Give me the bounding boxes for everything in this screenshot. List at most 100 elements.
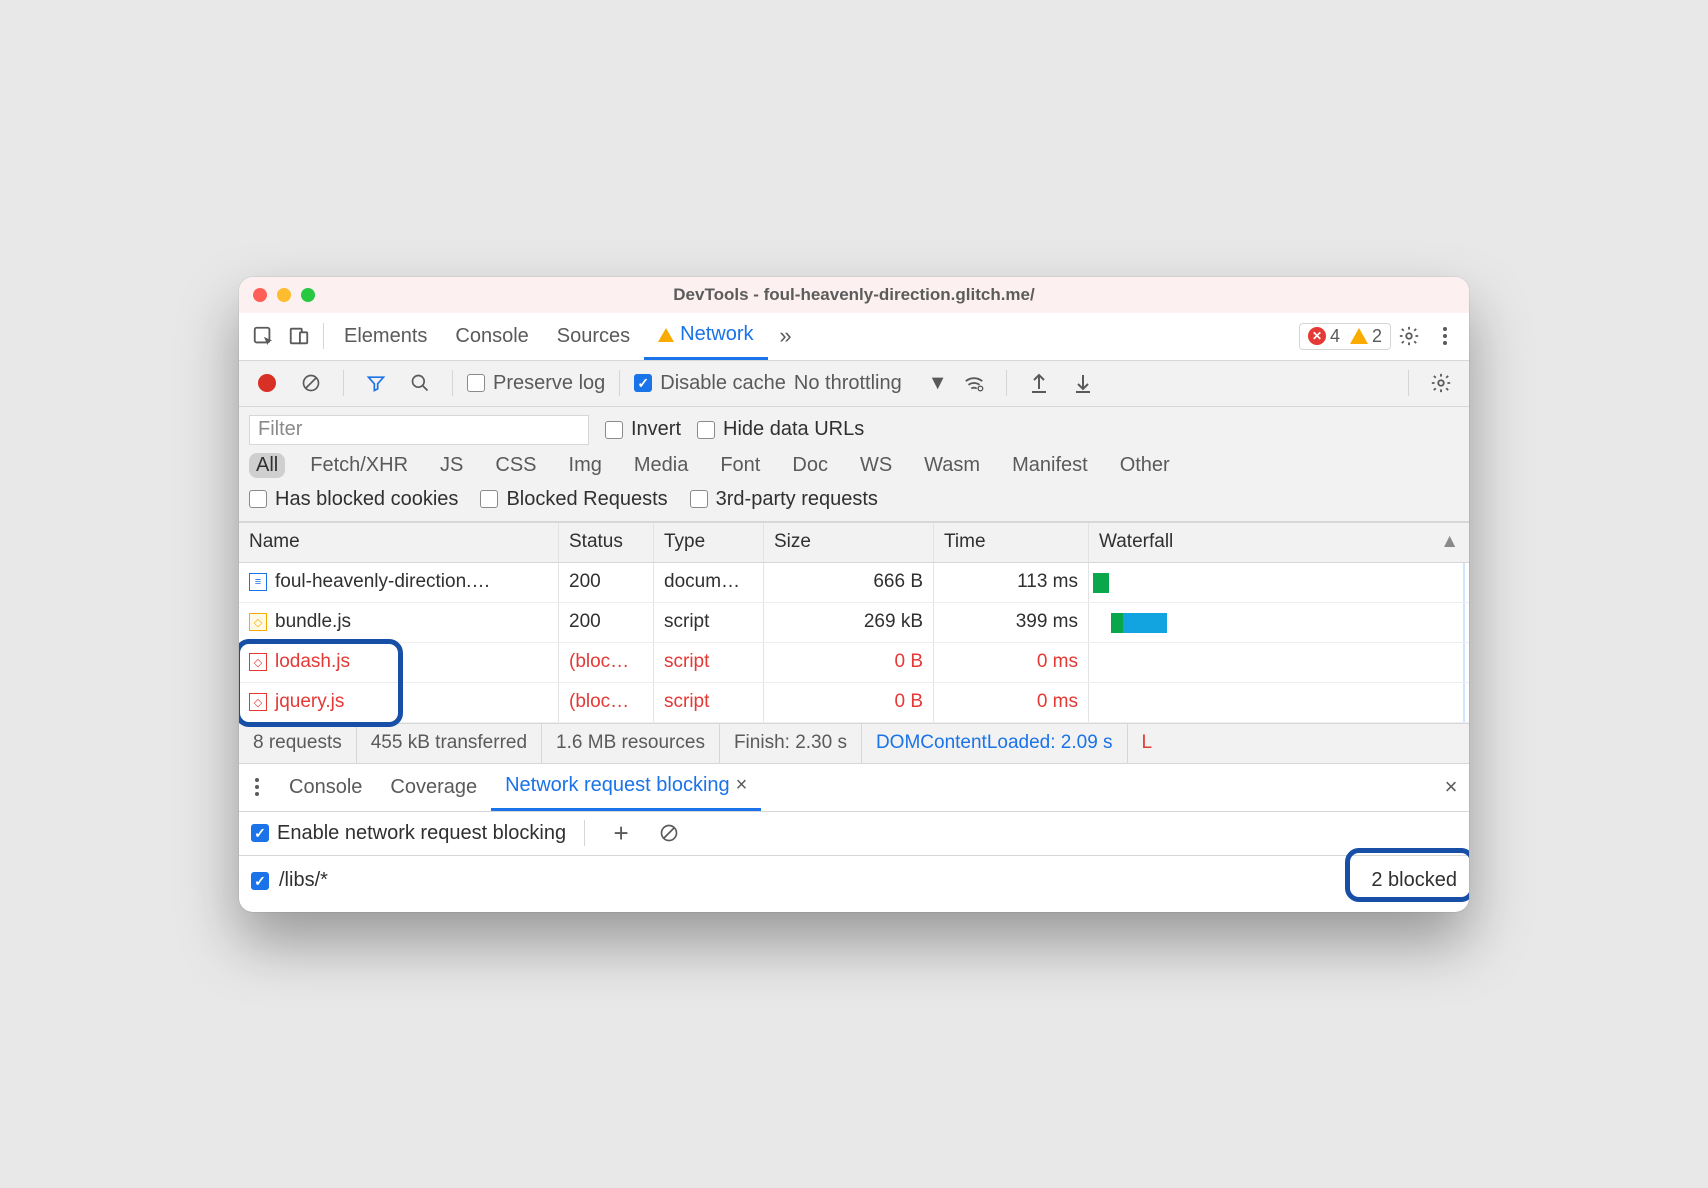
row-type: script xyxy=(654,643,764,682)
type-pill-manifest[interactable]: Manifest xyxy=(1005,453,1095,478)
table-row[interactable]: ◇lodash.js (bloc… script 0 B 0 ms xyxy=(239,643,1469,683)
blocked-requests-label: Blocked Requests xyxy=(506,488,667,511)
type-pill-js[interactable]: JS xyxy=(433,453,470,478)
summary-resources: 1.6 MB resources xyxy=(542,724,720,763)
table-row[interactable]: ◇jquery.js (bloc… script 0 B 0 ms xyxy=(239,683,1469,723)
issue-counter[interactable]: ✕ 4 2 xyxy=(1299,323,1391,350)
table-row[interactable]: ◇bundle.js 200 script 269 kB 399 ms xyxy=(239,603,1469,643)
row-name: bundle.js xyxy=(275,611,351,633)
waterfall-bar xyxy=(1123,613,1167,633)
close-tab-icon[interactable]: × xyxy=(736,774,748,797)
type-pill-ws[interactable]: WS xyxy=(853,453,899,478)
summary-load: L xyxy=(1128,724,1167,763)
has-blocked-cookies-label: Has blocked cookies xyxy=(275,488,458,511)
type-pill-doc[interactable]: Doc xyxy=(785,453,835,478)
clear-icon[interactable] xyxy=(293,365,329,401)
col-waterfall-label: Waterfall xyxy=(1099,531,1173,553)
tab-network-label: Network xyxy=(680,323,753,346)
network-settings-icon[interactable] xyxy=(1423,365,1459,401)
type-pill-all[interactable]: All xyxy=(249,453,285,478)
invert-label: Invert xyxy=(631,418,681,441)
enable-blocking-checkbox[interactable]: Enable network request blocking xyxy=(251,822,566,845)
tab-sources[interactable]: Sources xyxy=(543,312,644,360)
hide-data-urls-checkbox[interactable]: Hide data URLs xyxy=(697,418,864,441)
drawer-tab-console-label: Console xyxy=(289,776,362,799)
type-pill-media[interactable]: Media xyxy=(627,453,695,478)
type-pill-wasm[interactable]: Wasm xyxy=(917,453,987,478)
remove-all-icon[interactable] xyxy=(651,815,687,851)
drawer: Console Coverage Network request blockin… xyxy=(239,763,1469,912)
pattern-text: /libs/* xyxy=(279,869,328,892)
type-pill-fetch-xhr[interactable]: Fetch/XHR xyxy=(303,453,415,478)
tab-elements-label: Elements xyxy=(344,325,427,348)
record-button[interactable] xyxy=(249,365,285,401)
filter-icon[interactable] xyxy=(358,365,394,401)
preserve-log-checkbox[interactable]: Preserve log xyxy=(467,372,605,395)
row-time: 0 ms xyxy=(934,643,1089,682)
drawer-tab-coverage[interactable]: Coverage xyxy=(376,763,491,811)
col-time[interactable]: Time xyxy=(934,523,1089,562)
throttling-label: No throttling xyxy=(794,372,902,395)
invert-checkbox[interactable]: Invert xyxy=(605,418,681,441)
row-time: 113 ms xyxy=(934,563,1089,602)
throttling-select[interactable]: No throttling ▼ xyxy=(794,372,948,395)
settings-icon[interactable] xyxy=(1391,318,1427,354)
filter-input[interactable]: Filter xyxy=(249,415,589,445)
inspect-element-icon[interactable] xyxy=(245,318,281,354)
tab-console-label: Console xyxy=(455,325,528,348)
summary-finish: Finish: 2.30 s xyxy=(720,724,862,763)
add-pattern-icon[interactable]: + xyxy=(603,815,639,851)
blocked-requests-checkbox[interactable]: Blocked Requests xyxy=(480,488,667,511)
script-blocked-icon: ◇ xyxy=(249,693,267,711)
kebab-menu-icon[interactable] xyxy=(1427,318,1463,354)
col-size[interactable]: Size xyxy=(764,523,934,562)
drawer-toolbar: Enable network request blocking + xyxy=(239,812,1469,856)
row-type: docum… xyxy=(654,563,764,602)
drawer-kebab-icon[interactable] xyxy=(239,769,275,805)
device-toolbar-icon[interactable] xyxy=(281,318,317,354)
import-har-icon[interactable] xyxy=(1021,365,1057,401)
type-pill-other[interactable]: Other xyxy=(1113,453,1177,478)
col-type[interactable]: Type xyxy=(654,523,764,562)
more-tabs-icon[interactable]: » xyxy=(768,318,804,354)
tab-sources-label: Sources xyxy=(557,325,630,348)
error-icon: ✕ xyxy=(1308,327,1326,345)
search-icon[interactable] xyxy=(402,365,438,401)
tab-elements[interactable]: Elements xyxy=(330,312,441,360)
row-type: script xyxy=(654,683,764,722)
row-size: 666 B xyxy=(764,563,934,602)
summary-domcontentloaded: DOMContentLoaded: 2.09 s xyxy=(862,724,1128,763)
export-har-icon[interactable] xyxy=(1065,365,1101,401)
window-title: DevTools - foul-heavenly-direction.glitc… xyxy=(253,285,1455,305)
third-party-checkbox[interactable]: 3rd-party requests xyxy=(690,488,878,511)
minimize-window-button[interactable] xyxy=(277,288,291,302)
document-icon: ≡ xyxy=(249,573,267,591)
drawer-tab-console[interactable]: Console xyxy=(275,763,376,811)
tab-network[interactable]: Network xyxy=(644,312,767,360)
warning-triangle-icon xyxy=(658,328,674,342)
row-size: 0 B xyxy=(764,683,934,722)
type-pill-font[interactable]: Font xyxy=(713,453,767,478)
drawer-tab-request-blocking[interactable]: Network request blocking × xyxy=(491,763,761,811)
close-window-button[interactable] xyxy=(253,288,267,302)
col-name[interactable]: Name xyxy=(239,523,559,562)
table-row[interactable]: ≡foul-heavenly-direction.… 200 docum… 66… xyxy=(239,563,1469,603)
col-waterfall[interactable]: Waterfall▲ xyxy=(1089,523,1469,562)
tab-console[interactable]: Console xyxy=(441,312,542,360)
pattern-enabled-checkbox[interactable] xyxy=(251,872,269,890)
network-conditions-icon[interactable] xyxy=(956,365,992,401)
third-party-label: 3rd-party requests xyxy=(716,488,878,511)
maximize-window-button[interactable] xyxy=(301,288,315,302)
disable-cache-label: Disable cache xyxy=(660,372,786,395)
close-drawer-icon[interactable]: × xyxy=(1433,769,1469,805)
main-tabstrip: Elements Console Sources Network » ✕ 4 2 xyxy=(239,313,1469,361)
disable-cache-checkbox[interactable]: Disable cache xyxy=(634,372,786,395)
has-blocked-cookies-checkbox[interactable]: Has blocked cookies xyxy=(249,488,458,511)
blocking-pattern-row[interactable]: /libs/* 2 blocked xyxy=(251,860,1457,902)
row-size: 269 kB xyxy=(764,603,934,642)
drawer-tab-coverage-label: Coverage xyxy=(390,776,477,799)
type-pill-img[interactable]: Img xyxy=(562,453,609,478)
type-pill-css[interactable]: CSS xyxy=(488,453,543,478)
waterfall-bar xyxy=(1093,573,1109,593)
col-status[interactable]: Status xyxy=(559,523,654,562)
